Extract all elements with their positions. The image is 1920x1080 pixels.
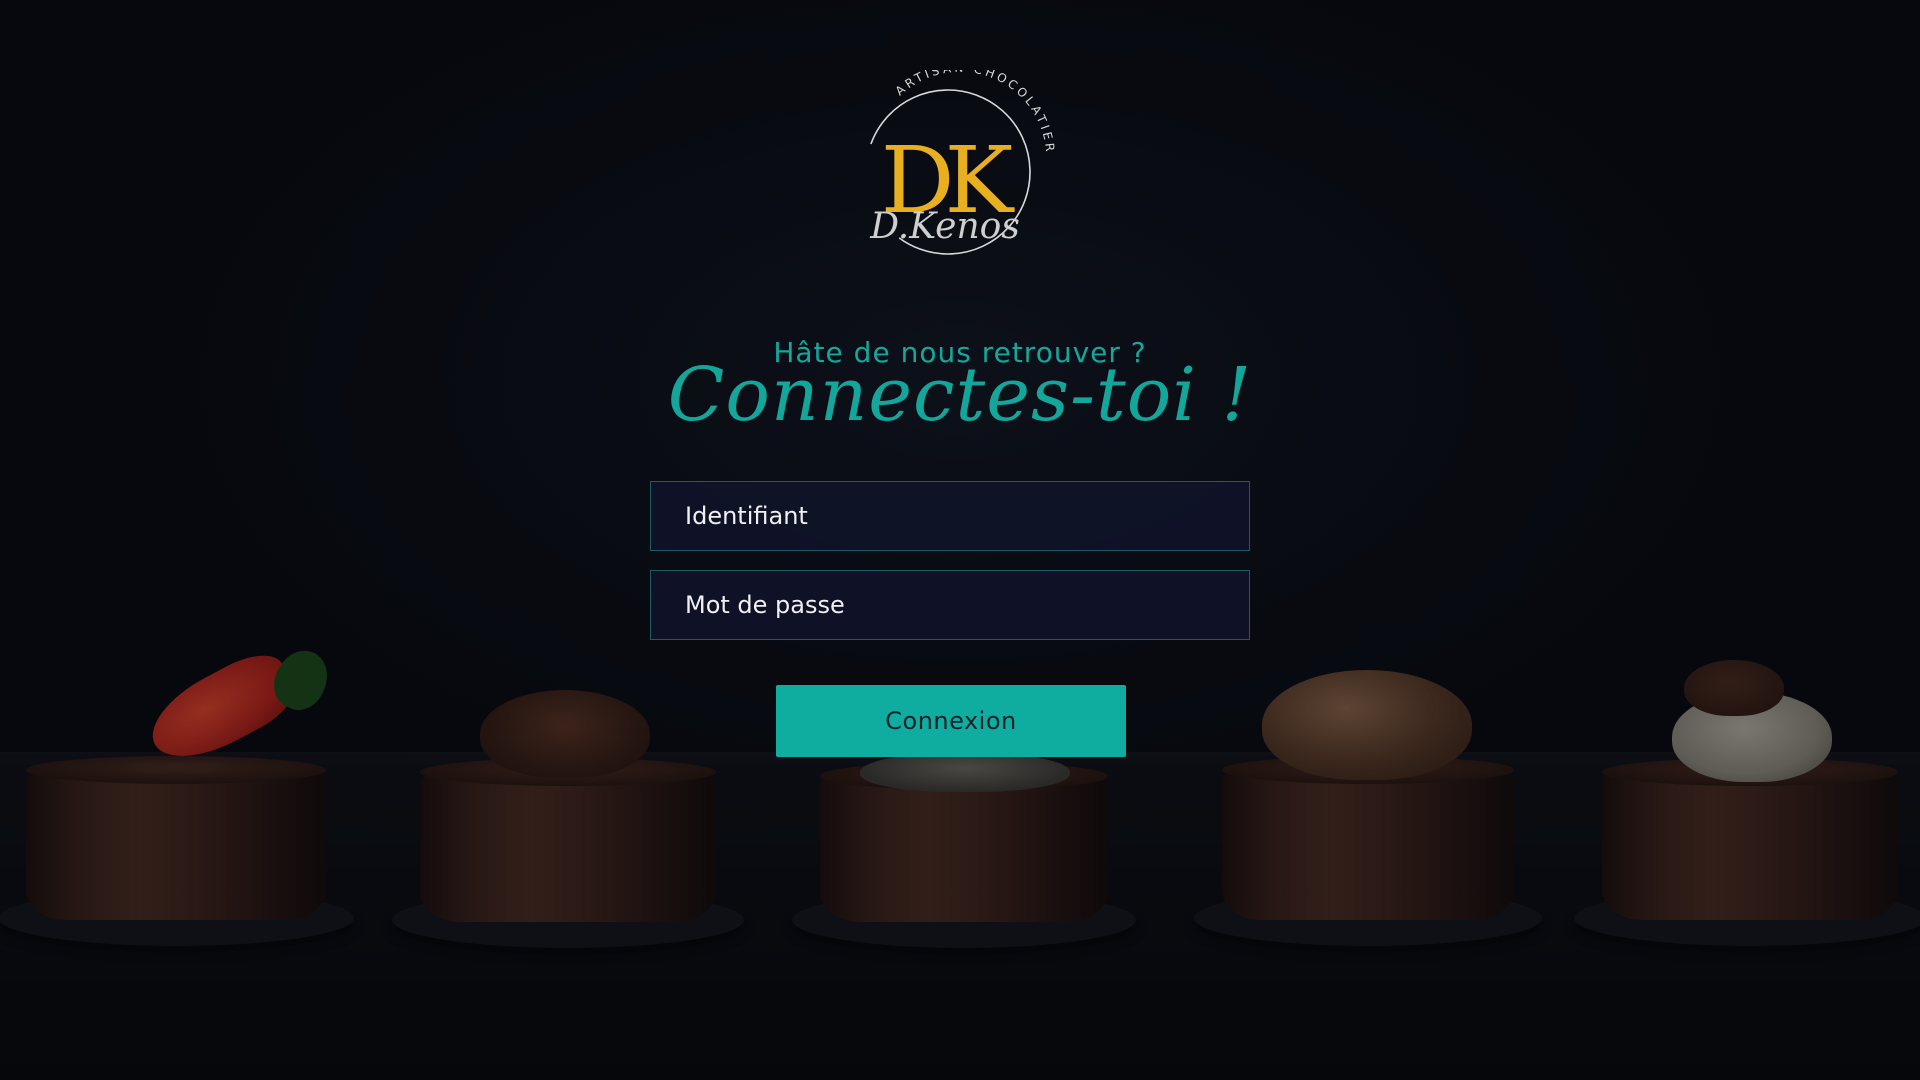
brand-logo: ARTISAN CHOCOLATIER DK D.Kenos [820, 61, 1060, 270]
username-input[interactable] [650, 481, 1250, 551]
page-title: Connectes-toi ! [667, 352, 1253, 438]
login-button[interactable]: Connexion [776, 685, 1126, 757]
login-page: ARTISAN CHOCOLATIER DK D.Kenos Hâte de n… [0, 0, 1920, 1080]
password-input[interactable] [650, 570, 1250, 640]
brand-logo-graphic: ARTISAN CHOCOLATIER DK D.Kenos [865, 61, 1054, 255]
logo-signature: D.Kenos [869, 206, 1020, 247]
